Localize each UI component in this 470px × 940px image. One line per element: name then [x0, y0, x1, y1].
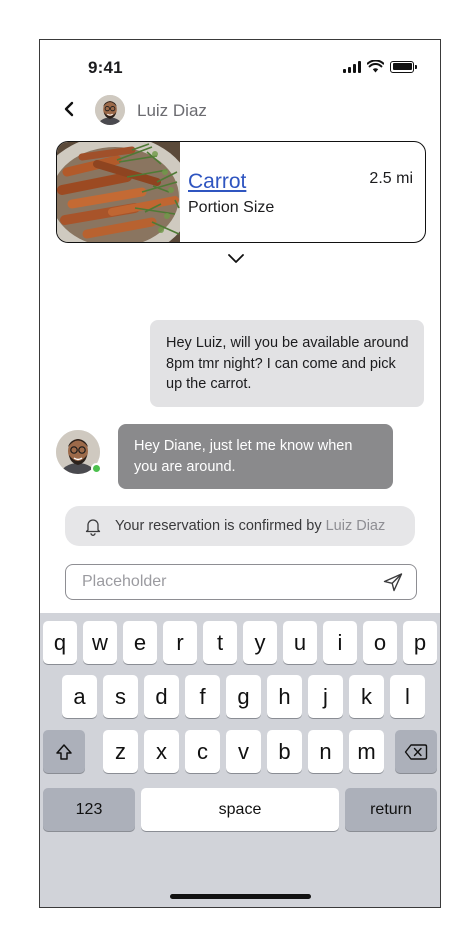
key-g[interactable]: g [226, 675, 261, 718]
shift-key[interactable] [43, 730, 85, 773]
key-w[interactable]: w [83, 621, 117, 664]
back-chevron-icon[interactable] [60, 98, 80, 120]
battery-icon [390, 60, 417, 73]
notice-text: Your reservation is confirmed by [115, 518, 322, 534]
key-r[interactable]: r [163, 621, 197, 664]
message-composer[interactable] [65, 564, 417, 600]
key-m[interactable]: m [349, 730, 384, 773]
key-b[interactable]: b [267, 730, 302, 773]
bell-icon [85, 519, 101, 536]
key-l[interactable]: l [390, 675, 425, 718]
key-q[interactable]: q [43, 621, 77, 664]
key-k[interactable]: k [349, 675, 384, 718]
return-key[interactable]: return [345, 788, 437, 831]
keyboard: q w e r t y u i o p a s d f g h j k l z … [40, 613, 440, 907]
listing-title-link[interactable]: Carrot [188, 170, 246, 194]
shift-arrow-icon [56, 743, 72, 760]
listing-subtitle: Portion Size [188, 199, 275, 216]
key-i[interactable]: i [323, 621, 357, 664]
key-z[interactable]: z [103, 730, 138, 773]
phone-screen: 9:41 Luiz Diaz Carrot Portion Size 2.5 m… [39, 39, 441, 908]
home-indicator [170, 894, 311, 899]
key-e[interactable]: e [123, 621, 157, 664]
listing-distance: 2.5 mi [369, 170, 413, 187]
contact-name[interactable]: Luiz Diaz [137, 101, 207, 121]
reservation-notice: Your reservation is confirmed by Luiz Di… [65, 506, 415, 546]
carrot-photo [57, 142, 180, 242]
status-icons [343, 60, 417, 73]
key-p[interactable]: p [403, 621, 437, 664]
message-input[interactable] [82, 573, 362, 591]
key-s[interactable]: s [103, 675, 138, 718]
key-v[interactable]: v [226, 730, 261, 773]
contact-avatar[interactable] [95, 95, 125, 125]
key-x[interactable]: x [144, 730, 179, 773]
online-status-dot [91, 463, 102, 474]
send-icon[interactable] [382, 571, 404, 593]
wifi-icon [367, 60, 384, 73]
key-n[interactable]: n [308, 730, 343, 773]
key-j[interactable]: j [308, 675, 343, 718]
key-u[interactable]: u [283, 621, 317, 664]
numbers-key[interactable]: 123 [43, 788, 135, 831]
key-y[interactable]: y [243, 621, 277, 664]
key-a[interactable]: a [62, 675, 97, 718]
key-t[interactable]: t [203, 621, 237, 664]
cellular-signal-icon [343, 60, 361, 73]
key-f[interactable]: f [185, 675, 220, 718]
delete-key[interactable] [395, 730, 437, 773]
incoming-message: Hey Diane, just let me know when you are… [118, 424, 393, 489]
space-key[interactable]: space [141, 788, 339, 831]
outgoing-message: Hey Luiz, will you be available around 8… [150, 320, 424, 407]
key-o[interactable]: o [363, 621, 397, 664]
key-h[interactable]: h [267, 675, 302, 718]
key-c[interactable]: c [185, 730, 220, 773]
backspace-icon [404, 743, 428, 760]
chevron-down-icon[interactable] [226, 251, 246, 265]
status-time: 9:41 [88, 58, 123, 77]
key-d[interactable]: d [144, 675, 179, 718]
listing-card[interactable]: Carrot Portion Size 2.5 mi [56, 141, 426, 243]
notice-contact: Luiz Diaz [325, 518, 386, 534]
